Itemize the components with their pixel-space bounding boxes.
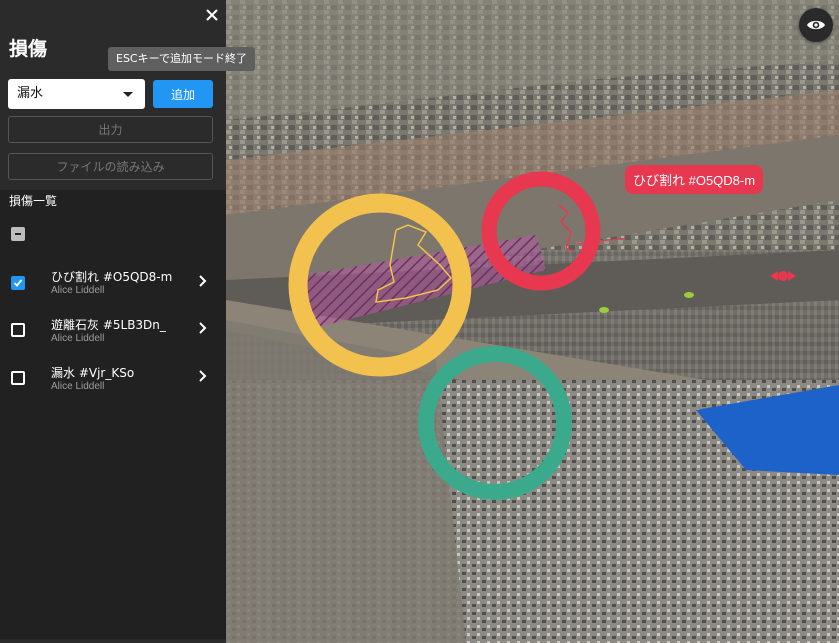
import-file-button[interactable]: ファイルの読み込み bbox=[8, 153, 213, 180]
eye-icon bbox=[807, 20, 825, 30]
select-all-checkbox[interactable] bbox=[11, 227, 25, 241]
export-button[interactable]: 出力 bbox=[8, 116, 213, 143]
app-root: ひび割れ #O5QD8-m 損傷 ESCキーで追加モード終了 漏水 追加 出力 … bbox=[0, 0, 839, 643]
damage-type-value: 漏水 bbox=[17, 86, 44, 101]
point-cloud-viewport[interactable]: ひび割れ #O5QD8-m bbox=[226, 0, 839, 643]
chevron-right-icon[interactable] bbox=[198, 321, 208, 335]
chevron-right-icon[interactable] bbox=[198, 274, 208, 288]
item-title: 漏水 #Vjr_KSo bbox=[51, 366, 135, 380]
item-title: ひび割れ #O5QD8-m bbox=[51, 270, 173, 284]
caret-down-icon bbox=[123, 92, 133, 97]
item-checkbox[interactable] bbox=[11, 371, 25, 385]
item-author: Alice Liddell bbox=[51, 285, 105, 296]
damage-list-heading: 損傷一覧 bbox=[9, 194, 58, 208]
item-title: 遊離石灰 #5LB3Dn_ bbox=[51, 318, 166, 332]
close-panel-button[interactable] bbox=[203, 6, 221, 24]
item-author: Alice Liddell bbox=[51, 381, 105, 392]
chevron-right-icon[interactable] bbox=[198, 369, 208, 383]
panel-footer-strip bbox=[0, 639, 226, 643]
close-icon bbox=[206, 9, 218, 21]
check-icon bbox=[13, 279, 23, 287]
viewport-scene bbox=[226, 0, 839, 643]
item-author: Alice Liddell bbox=[51, 333, 105, 344]
item-checkbox[interactable] bbox=[11, 323, 25, 337]
item-checkbox[interactable] bbox=[11, 276, 25, 290]
panel-title: 損傷 bbox=[9, 38, 48, 60]
damage-label-tag[interactable]: ひび割れ #O5QD8-m bbox=[625, 165, 764, 194]
add-button[interactable]: 追加 bbox=[153, 80, 213, 108]
esc-hint-tooltip: ESCキーで追加モード終了 bbox=[108, 47, 255, 71]
damage-side-panel: 損傷 ESCキーで追加モード終了 漏水 追加 出力 ファイルの読み込み 損傷一覧… bbox=[0, 0, 255, 643]
damage-type-select[interactable]: 漏水 bbox=[8, 79, 145, 109]
visibility-toggle-button[interactable] bbox=[799, 8, 833, 42]
